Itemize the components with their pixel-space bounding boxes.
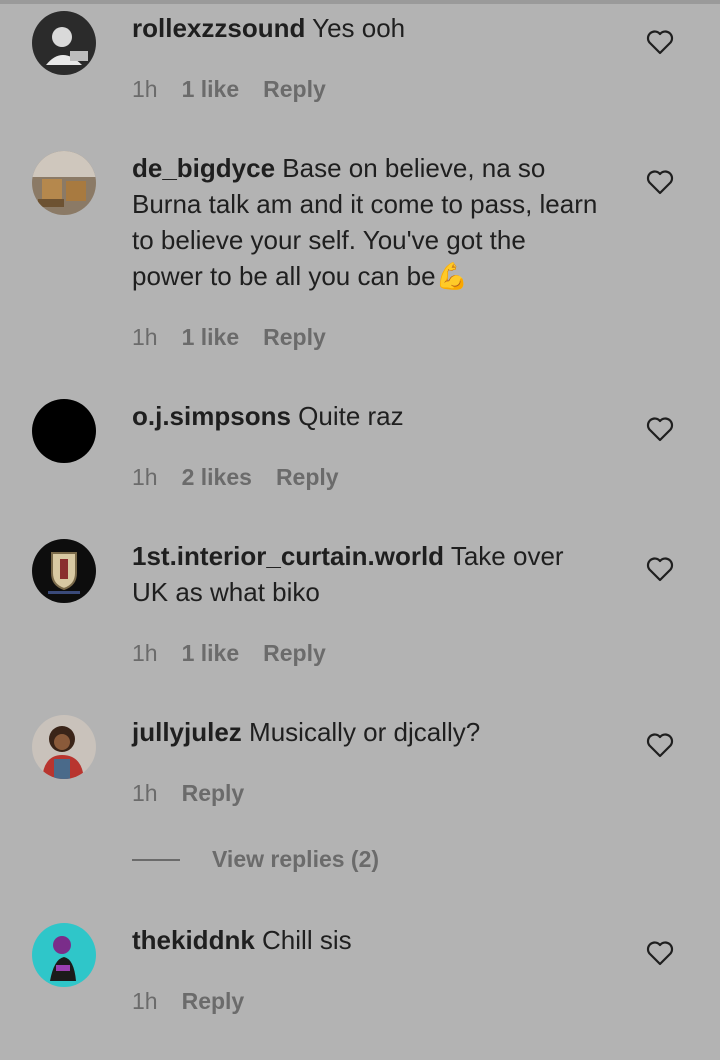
comment-meta: 1h Reply	[132, 780, 244, 807]
username[interactable]: thekiddnk	[132, 925, 255, 955]
username[interactable]: jullyjulez	[132, 717, 242, 747]
comment-text: 1st.interior_curtain.world Take over UK …	[132, 538, 602, 610]
comment-text: rollexzzsound Yes ooh	[132, 10, 602, 46]
comment-meta: 1h 1 like Reply	[132, 76, 326, 103]
comment-body: Chill sis	[262, 925, 352, 955]
heart-icon[interactable]	[646, 732, 674, 758]
comment-meta: 1h 2 likes Reply	[132, 464, 339, 491]
reply-button[interactable]: Reply	[182, 988, 245, 1015]
comment-body: Musically or djcally?	[249, 717, 481, 747]
reply-button[interactable]: Reply	[263, 324, 326, 351]
view-replies-line	[132, 858, 180, 861]
likes-count[interactable]: 1 like	[182, 640, 240, 667]
top-divider	[0, 0, 720, 4]
comment-text: de_bigdyce Base on believe, na so Burna …	[132, 150, 602, 294]
timestamp: 1h	[132, 76, 158, 102]
timestamp: 1h	[132, 464, 158, 490]
comment-meta: 1h Reply	[132, 988, 244, 1015]
reply-button[interactable]: Reply	[182, 780, 245, 807]
timestamp: 1h	[132, 780, 158, 806]
comment-text: jullyjulez Musically or djcally?	[132, 714, 602, 750]
reply-button[interactable]: Reply	[276, 464, 339, 491]
view-replies-button[interactable]: View replies (2)	[132, 846, 379, 873]
heart-icon[interactable]	[646, 556, 674, 582]
heart-icon[interactable]	[646, 940, 674, 966]
likes-count[interactable]: 1 like	[182, 324, 240, 351]
avatar[interactable]	[32, 715, 96, 779]
comment-text: thekiddnk Chill sis	[132, 922, 602, 958]
comment-text: o.j.simpsons Quite raz	[132, 398, 602, 434]
username[interactable]: o.j.simpsons	[132, 401, 291, 431]
reply-button[interactable]: Reply	[263, 76, 326, 103]
heart-icon[interactable]	[646, 29, 674, 55]
heart-icon[interactable]	[646, 169, 674, 195]
username[interactable]: de_bigdyce	[132, 153, 275, 183]
comment-body: Yes ooh	[312, 13, 406, 43]
avatar[interactable]	[32, 399, 96, 463]
comment-meta: 1h 1 like Reply	[132, 640, 326, 667]
view-replies-label: View replies (2)	[212, 846, 380, 872]
timestamp: 1h	[132, 988, 158, 1014]
comment-meta: 1h 1 like Reply	[132, 324, 326, 351]
timestamp: 1h	[132, 640, 158, 666]
likes-count[interactable]: 1 like	[182, 76, 240, 103]
avatar[interactable]	[32, 11, 96, 75]
avatar[interactable]	[32, 539, 96, 603]
reply-button[interactable]: Reply	[263, 640, 326, 667]
heart-icon[interactable]	[646, 416, 674, 442]
likes-count[interactable]: 2 likes	[182, 464, 252, 491]
username[interactable]: 1st.interior_curtain.world	[132, 541, 444, 571]
comment-body: Quite raz	[298, 401, 404, 431]
username[interactable]: rollexzzsound	[132, 13, 305, 43]
avatar[interactable]	[32, 923, 96, 987]
avatar[interactable]	[32, 151, 96, 215]
timestamp: 1h	[132, 324, 158, 350]
